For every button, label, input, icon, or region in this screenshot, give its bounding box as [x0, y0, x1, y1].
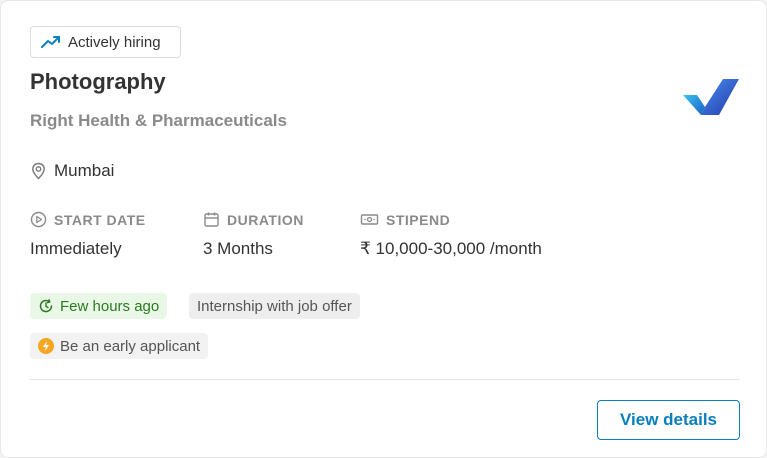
- actively-hiring-badge: Actively hiring: [30, 26, 181, 58]
- early-applicant-label: Be an early applicant: [60, 337, 201, 355]
- job-offer-label: Internship with job offer: [197, 297, 352, 315]
- posted-time-tag: Few hours ago: [30, 293, 168, 319]
- calendar-icon: [204, 212, 219, 227]
- posted-time-label: Few hours ago: [60, 297, 160, 315]
- duration-value: 3 Months: [203, 239, 273, 258]
- stipend-value: ₹ 10,000-30,000 /month: [360, 239, 542, 258]
- trending-up-icon: [41, 36, 60, 48]
- divider: [30, 379, 740, 380]
- stipend-section: STIPEND ₹ 10,000-30,000 /month: [360, 211, 542, 259]
- internship-card: Actively hiring Photography Right Health…: [0, 0, 767, 458]
- start-date-section: START DATE Immediately: [30, 211, 146, 259]
- job-title[interactable]: Photography: [30, 69, 166, 95]
- stipend-heading: STIPEND: [386, 211, 451, 228]
- early-applicant-tag: Be an early applicant: [30, 333, 209, 359]
- company-name[interactable]: Right Health & Pharmaceuticals: [30, 111, 287, 131]
- duration-heading: DURATION: [227, 211, 304, 228]
- money-icon: [360, 214, 379, 225]
- location-label[interactable]: Mumbai: [54, 161, 114, 181]
- location-pin-icon: [32, 162, 45, 180]
- clock-refresh-icon: [39, 299, 53, 313]
- view-details-button[interactable]: View details: [597, 400, 740, 440]
- location: Mumbai: [30, 161, 114, 181]
- start-date-value: Immediately: [30, 239, 122, 258]
- job-offer-tag: Internship with job offer: [189, 293, 360, 319]
- actively-hiring-label: Actively hiring: [68, 33, 161, 51]
- duration-section: DURATION 3 Months: [203, 211, 304, 259]
- play-circle-icon: [30, 211, 47, 228]
- start-date-heading: START DATE: [54, 211, 146, 228]
- lightning-icon: [38, 338, 54, 354]
- company-logo: [683, 79, 739, 115]
